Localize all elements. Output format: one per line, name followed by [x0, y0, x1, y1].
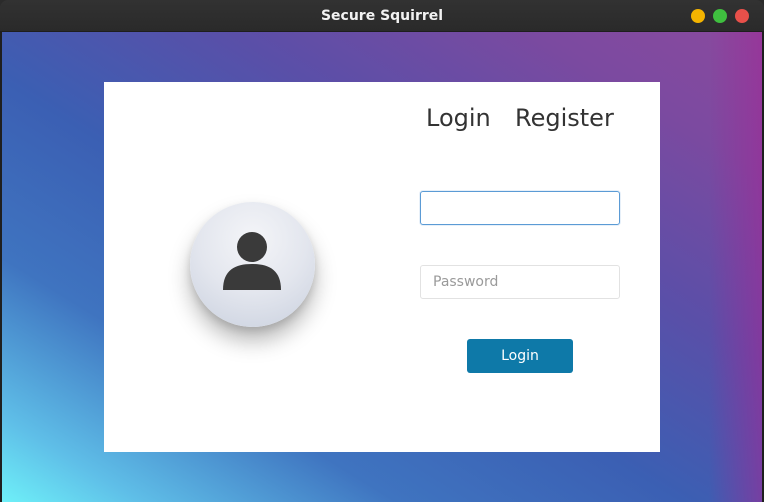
maximize-button[interactable]	[713, 9, 727, 23]
password-input[interactable]	[420, 265, 620, 299]
login-panel: Login Register Login	[104, 82, 660, 452]
close-button[interactable]	[735, 9, 749, 23]
minimize-button[interactable]	[691, 9, 705, 23]
window-title: Secure Squirrel	[320, 8, 444, 24]
username-input[interactable]	[420, 191, 620, 225]
app-window: Secure Squirrel Login Register Login	[0, 0, 764, 502]
tab-register[interactable]: Register	[515, 104, 614, 132]
user-silhouette-icon	[223, 232, 281, 290]
avatar	[190, 202, 315, 327]
tab-login[interactable]: Login	[426, 104, 491, 132]
title-bar[interactable]: Secure Squirrel	[0, 0, 764, 32]
login-button[interactable]: Login	[467, 339, 573, 373]
gradient-background: Login Register Login	[2, 32, 762, 502]
